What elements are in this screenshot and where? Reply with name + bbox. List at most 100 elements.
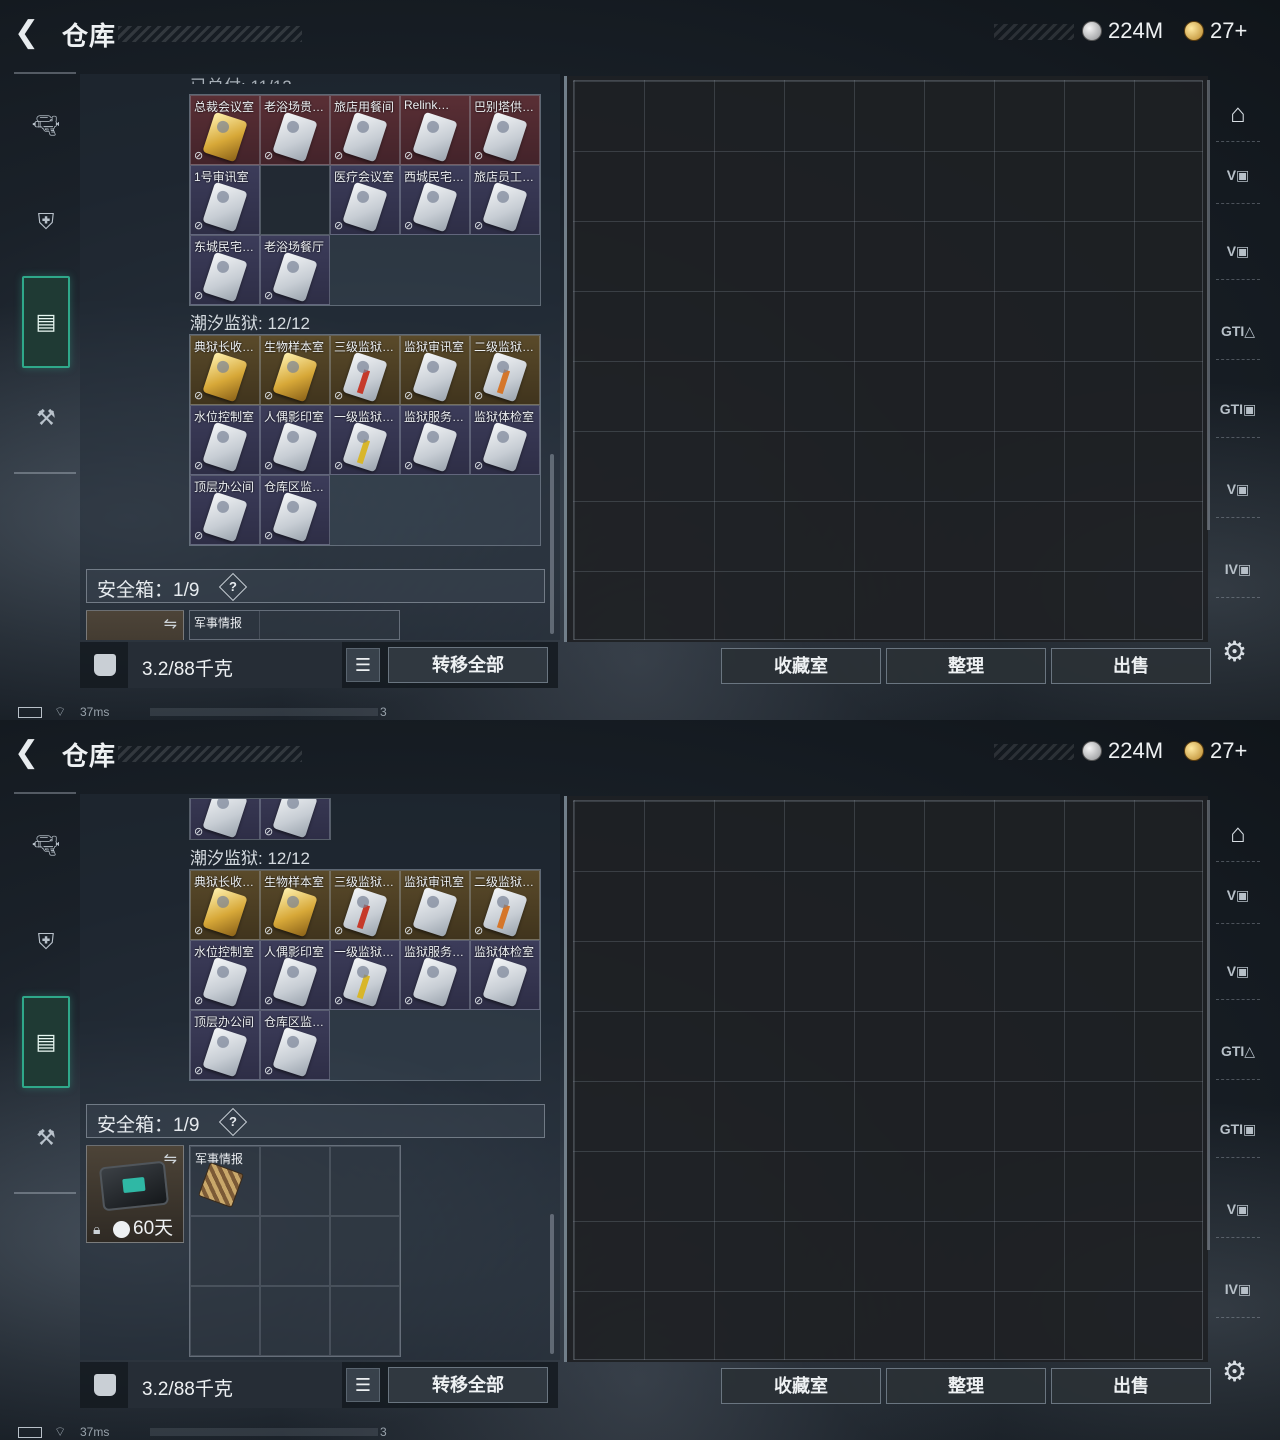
keycard-slot[interactable]: 老浴场贵… ⊘ bbox=[260, 95, 330, 165]
tier-v-icon[interactable]: V▣ bbox=[1216, 868, 1260, 924]
intel-slot[interactable]: 军事情报 bbox=[190, 611, 260, 639]
tier-iv-icon[interactable]: IV▣ bbox=[1216, 1262, 1260, 1318]
stash-scrollbar[interactable] bbox=[1207, 800, 1210, 1250]
safe-slot[interactable] bbox=[330, 1286, 400, 1356]
gti-icon[interactable]: GTI▣ bbox=[1216, 382, 1260, 438]
keycard-slot[interactable]: 旅店用餐间 ⊘ bbox=[330, 95, 400, 165]
transfer-all-button[interactable]: 转移全部 bbox=[388, 1367, 548, 1403]
keycard-slot[interactable]: 二级监狱… ⊘ bbox=[470, 335, 540, 405]
safe-slot[interactable] bbox=[260, 1216, 330, 1286]
backpack-icon[interactable]: ▤ bbox=[22, 996, 70, 1088]
gti-icon[interactable]: GTI△ bbox=[1216, 304, 1260, 360]
keycard-slot[interactable]: 一级监狱… ⊘ bbox=[330, 405, 400, 475]
keycard-slot[interactable]: 典狱长收… ⊘ bbox=[190, 335, 260, 405]
gear-icon[interactable]: ⚙ bbox=[1222, 1355, 1247, 1388]
stash-scrollbar[interactable] bbox=[1207, 80, 1210, 530]
keycard-slot[interactable]: 旅店员工… ⊘ bbox=[470, 165, 540, 235]
empty-slot[interactable] bbox=[260, 165, 330, 235]
keycard-slot[interactable]: 监狱体检室 ⊘ bbox=[470, 940, 540, 1010]
sell-button[interactable]: 出售 bbox=[1051, 648, 1211, 684]
transfer-all-button[interactable]: 转移全部 bbox=[388, 647, 548, 683]
keycard-slot[interactable]: ⊘ bbox=[190, 799, 260, 839]
keycard-slot[interactable]: 顶层办公间 ⊘ bbox=[190, 475, 260, 545]
tier-iv-icon[interactable]: IV▣ bbox=[1216, 542, 1260, 598]
organize-button[interactable]: 整理 bbox=[886, 648, 1046, 684]
safe-case-clipped[interactable]: ⇋ bbox=[86, 610, 184, 640]
keycard-slot[interactable]: 仓库区监… ⊘ bbox=[260, 475, 330, 545]
keycard-slot[interactable]: 人偶影印室 ⊘ bbox=[260, 405, 330, 475]
keycard-slot[interactable]: 监狱服务… ⊘ bbox=[400, 940, 470, 1010]
list-icon[interactable]: ☰ bbox=[346, 648, 380, 682]
gear-icon[interactable]: ⚙ bbox=[1222, 635, 1247, 668]
keycard-slot[interactable]: 一级监狱… ⊘ bbox=[330, 940, 400, 1010]
collection-room-button[interactable]: 收藏室 bbox=[721, 1368, 881, 1404]
safe-case[interactable]: ⇋ 🔒︎ 60天 bbox=[86, 1145, 184, 1243]
tier-v-icon[interactable]: V▣ bbox=[1216, 148, 1260, 204]
safe-slot[interactable] bbox=[260, 1146, 330, 1216]
home-icon[interactable]: ⌂ bbox=[1216, 86, 1260, 142]
home-icon[interactable]: ⌂ bbox=[1216, 806, 1260, 862]
keycard-slot[interactable]: 巴别塔供… ⊘ bbox=[470, 95, 540, 165]
intel-slot[interactable]: 军事情报 bbox=[190, 1146, 260, 1216]
toolbox-icon[interactable]: ⚒ bbox=[22, 372, 70, 464]
collection-room-button[interactable]: 收藏室 bbox=[721, 648, 881, 684]
gold-currency[interactable]: 27+ bbox=[1184, 738, 1247, 764]
keycard-slot[interactable]: 监狱服务… ⊘ bbox=[400, 405, 470, 475]
keycard-slot[interactable]: ⊘ bbox=[260, 799, 330, 839]
swap-icon[interactable]: ⇋ bbox=[164, 1149, 177, 1169]
keycard-slot[interactable]: 东城民宅… ⊘ bbox=[190, 235, 260, 305]
silver-currency[interactable]: 224M bbox=[1082, 18, 1163, 44]
gti-icon[interactable]: GTI▣ bbox=[1216, 1102, 1260, 1158]
back-arrow-icon[interactable]: ❮ bbox=[14, 18, 44, 48]
keycard-slot[interactable]: 监狱体检室 ⊘ bbox=[470, 405, 540, 475]
list-icon[interactable]: ☰ bbox=[346, 1368, 380, 1402]
pistol-icon[interactable]: 🔫︎ bbox=[22, 80, 70, 172]
keycard-slot[interactable]: 1号审讯室 ⊘ bbox=[190, 165, 260, 235]
keycard-slot[interactable]: 医疗会议室 ⊘ bbox=[330, 165, 400, 235]
keycard-slot[interactable]: 生物样本室 ⊘ bbox=[260, 870, 330, 940]
safe-slot[interactable] bbox=[190, 1286, 260, 1356]
silver-currency[interactable]: 224M bbox=[1082, 738, 1163, 764]
safe-slot[interactable] bbox=[330, 1146, 400, 1216]
toolbox-icon[interactable]: ⚒ bbox=[22, 1092, 70, 1184]
swap-icon[interactable]: ⇋ bbox=[164, 614, 177, 634]
back-arrow-icon[interactable]: ❮ bbox=[14, 738, 44, 768]
keycard-slot[interactable]: 人偶影印室 ⊘ bbox=[260, 940, 330, 1010]
help-icon[interactable]: ? bbox=[218, 572, 248, 602]
stash-grid[interactable] bbox=[573, 80, 1203, 640]
inventory-scrollbar[interactable] bbox=[550, 1214, 554, 1354]
keycard-slot[interactable]: 西城民宅… ⊘ bbox=[400, 165, 470, 235]
keycard-slot[interactable]: 监狱审讯室 ⊘ bbox=[400, 870, 470, 940]
tier-v-icon[interactable]: V▣ bbox=[1216, 224, 1260, 280]
keycard-slot[interactable]: 水位控制室 ⊘ bbox=[190, 940, 260, 1010]
safe-slot[interactable] bbox=[330, 1216, 400, 1286]
keycard-slot[interactable]: 二级监狱… ⊘ bbox=[470, 870, 540, 940]
sell-button[interactable]: 出售 bbox=[1051, 1368, 1211, 1404]
safe-slot[interactable] bbox=[190, 1216, 260, 1286]
tier-v-icon[interactable]: V▣ bbox=[1216, 1182, 1260, 1238]
keycard-slot[interactable]: 水位控制室 ⊘ bbox=[190, 405, 260, 475]
help-icon[interactable]: ? bbox=[218, 1107, 248, 1137]
gti-icon[interactable]: GTI△ bbox=[1216, 1024, 1260, 1080]
organize-button[interactable]: 整理 bbox=[886, 1368, 1046, 1404]
keycard-slot[interactable]: 三级监狱… ⊘ bbox=[330, 870, 400, 940]
keycard-slot[interactable]: 三级监狱… ⊘ bbox=[330, 335, 400, 405]
inventory-scrollbar[interactable] bbox=[550, 454, 554, 634]
keycard-slot[interactable]: 监狱审讯室 ⊘ bbox=[400, 335, 470, 405]
keycard-slot[interactable]: 顶层办公间 ⊘ bbox=[190, 1010, 260, 1080]
armor-icon[interactable]: ⛨ bbox=[22, 896, 70, 988]
keycard-slot[interactable]: 仓库区监… ⊘ bbox=[260, 1010, 330, 1080]
tier-v-icon[interactable]: V▣ bbox=[1216, 462, 1260, 518]
safe-slot[interactable] bbox=[260, 1286, 330, 1356]
armor-icon[interactable]: ⛨ bbox=[22, 176, 70, 268]
backpack-icon[interactable]: ▤ bbox=[22, 276, 70, 368]
keycard-slot[interactable]: 生物样本室 ⊘ bbox=[260, 335, 330, 405]
stash-grid[interactable] bbox=[573, 800, 1203, 1360]
keycard-slot[interactable]: 总裁会议室 ⊘ bbox=[190, 95, 260, 165]
keycard-slot[interactable]: Relink… ⊘ bbox=[400, 95, 470, 165]
gold-currency[interactable]: 27+ bbox=[1184, 18, 1247, 44]
pistol-icon[interactable]: 🔫︎ bbox=[22, 800, 70, 892]
keycard-slot[interactable]: 典狱长收… ⊘ bbox=[190, 870, 260, 940]
keycard-slot[interactable]: 老浴场餐厅 ⊘ bbox=[260, 235, 330, 305]
tier-v-icon[interactable]: V▣ bbox=[1216, 944, 1260, 1000]
